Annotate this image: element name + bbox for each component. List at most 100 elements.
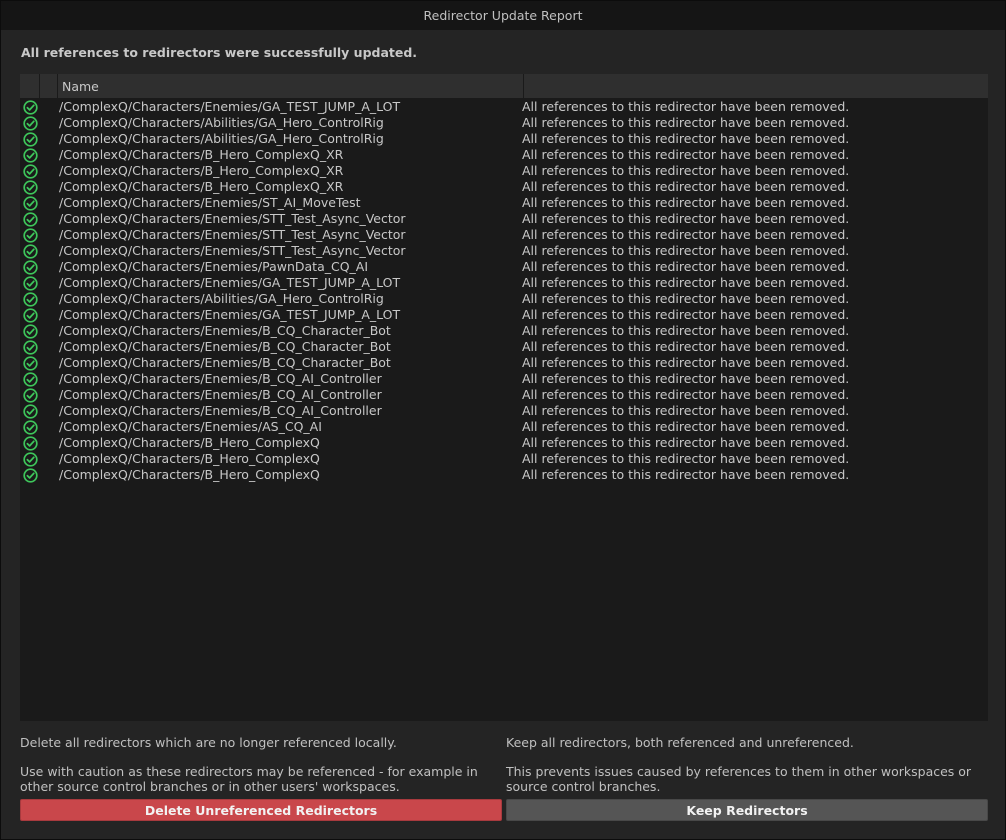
name-column-label: Name (62, 78, 99, 94)
check-circle-icon (23, 196, 38, 211)
table-row[interactable]: /ComplexQ/Characters/B_Hero_ComplexQ All … (20, 467, 988, 483)
row-result-message: All references to this redirector have b… (522, 419, 850, 434)
row-result-message: All references to this redirector have b… (522, 99, 850, 114)
summary-message: All references to redirectors were succe… (21, 45, 418, 60)
row-result-message: All references to this redirector have b… (522, 403, 850, 418)
table-row[interactable]: /ComplexQ/Characters/Abilities/GA_Hero_C… (20, 115, 988, 131)
table-row[interactable]: /ComplexQ/Characters/Abilities/GA_Hero_C… (20, 291, 988, 307)
row-redirector-path: /ComplexQ/Characters/B_Hero_ComplexQ (59, 435, 320, 450)
row-redirector-path: /ComplexQ/Characters/Enemies/GA_TEST_JUM… (59, 99, 401, 114)
delete-unreferenced-redirectors-button[interactable]: Delete Unreferenced Redirectors (20, 799, 502, 821)
keep-redirectors-button[interactable]: Keep Redirectors (506, 799, 988, 821)
table-row[interactable]: /ComplexQ/Characters/Enemies/GA_TEST_JUM… (20, 307, 988, 323)
row-redirector-path: /ComplexQ/Characters/Enemies/STT_Test_As… (59, 211, 406, 226)
check-circle-icon (23, 292, 38, 307)
row-redirector-path: /ComplexQ/Characters/Enemies/GA_TEST_JUM… (59, 275, 401, 290)
check-circle-icon (23, 180, 38, 195)
delete-description-line1: Delete all redirectors which are no long… (20, 735, 397, 750)
table-row[interactable]: /ComplexQ/Characters/Enemies/GA_TEST_JUM… (20, 275, 988, 291)
table-row[interactable]: /ComplexQ/Characters/Enemies/STT_Test_As… (20, 243, 988, 259)
table-row[interactable]: /ComplexQ/Characters/Enemies/B_CQ_AI_Con… (20, 387, 988, 403)
name-column-header[interactable]: Name (58, 74, 524, 98)
table-row[interactable]: /ComplexQ/Characters/Enemies/ST_AI_MoveT… (20, 195, 988, 211)
check-circle-icon (23, 132, 38, 147)
check-circle-icon (23, 164, 38, 179)
table-row[interactable]: /ComplexQ/Characters/B_Hero_ComplexQ_XR A… (20, 179, 988, 195)
keep-button-label: Keep Redirectors (686, 802, 808, 818)
table-row[interactable]: /ComplexQ/Characters/Enemies/B_CQ_AI_Con… (20, 403, 988, 419)
row-result-message: All references to this redirector have b… (522, 467, 850, 482)
row-redirector-path: /ComplexQ/Characters/Abilities/GA_Hero_C… (59, 131, 384, 146)
check-circle-icon (23, 116, 38, 131)
table-rows: /ComplexQ/Characters/Enemies/GA_TEST_JUM… (20, 99, 988, 483)
row-redirector-path: /ComplexQ/Characters/Enemies/STT_Test_As… (59, 227, 406, 242)
title-bar[interactable]: Redirector Update Report (1, 1, 1005, 30)
row-result-message: All references to this redirector have b… (522, 147, 850, 162)
row-redirector-path: /ComplexQ/Characters/Enemies/PawnData_CQ… (59, 259, 369, 274)
table-row[interactable]: /ComplexQ/Characters/Enemies/B_CQ_Charac… (20, 323, 988, 339)
spacer-column-header[interactable] (40, 74, 58, 98)
row-redirector-path: /ComplexQ/Characters/B_Hero_ComplexQ_XR (59, 163, 344, 178)
row-redirector-path: /ComplexQ/Characters/Abilities/GA_Hero_C… (59, 115, 384, 130)
table-row[interactable]: /ComplexQ/Characters/Enemies/B_CQ_Charac… (20, 355, 988, 371)
check-circle-icon (23, 228, 38, 243)
table-row[interactable]: /ComplexQ/Characters/Enemies/AS_CQ_AI All… (20, 419, 988, 435)
row-redirector-path: /ComplexQ/Characters/Enemies/ST_AI_MoveT… (59, 195, 361, 210)
delete-description: Delete all redirectors which are no long… (20, 735, 490, 794)
keep-description: Keep all redirectors, both referenced an… (506, 735, 986, 794)
check-circle-icon (23, 100, 38, 115)
check-circle-icon (23, 260, 38, 275)
row-result-message: All references to this redirector have b… (522, 211, 850, 226)
row-redirector-path: /ComplexQ/Characters/Enemies/AS_CQ_AI (59, 419, 322, 434)
check-circle-icon (23, 468, 38, 483)
row-redirector-path: /ComplexQ/Characters/B_Hero_ComplexQ (59, 451, 320, 466)
row-result-message: All references to this redirector have b… (522, 387, 850, 402)
table-row[interactable]: /ComplexQ/Characters/Abilities/GA_Hero_C… (20, 131, 988, 147)
results-table: Name /ComplexQ/Characters/Enemies/GA_TES… (20, 74, 988, 721)
table-row[interactable]: /ComplexQ/Characters/Enemies/STT_Test_As… (20, 227, 988, 243)
table-row[interactable]: /ComplexQ/Characters/Enemies/GA_TEST_JUM… (20, 99, 988, 115)
check-circle-icon (23, 356, 38, 371)
table-row[interactable]: /ComplexQ/Characters/Enemies/STT_Test_As… (20, 211, 988, 227)
row-result-message: All references to this redirector have b… (522, 243, 850, 258)
row-redirector-path: /ComplexQ/Characters/Enemies/B_CQ_AI_Con… (59, 371, 382, 386)
row-result-message: All references to this redirector have b… (522, 291, 850, 306)
row-redirector-path: /ComplexQ/Characters/Enemies/B_CQ_Charac… (59, 355, 391, 370)
row-result-message: All references to this redirector have b… (522, 355, 850, 370)
row-redirector-path: /ComplexQ/Characters/Enemies/B_CQ_AI_Con… (59, 403, 382, 418)
row-redirector-path: /ComplexQ/Characters/Enemies/GA_TEST_JUM… (59, 307, 401, 322)
check-circle-icon (23, 148, 38, 163)
delete-description-line2: Use with caution as these redirectors ma… (20, 764, 478, 794)
table-row[interactable]: /ComplexQ/Characters/B_Hero_ComplexQ_XR A… (20, 163, 988, 179)
check-circle-icon (23, 404, 38, 419)
check-circle-icon (23, 244, 38, 259)
table-row[interactable]: /ComplexQ/Characters/B_Hero_ComplexQ_XR A… (20, 147, 988, 163)
row-redirector-path: /ComplexQ/Characters/B_Hero_ComplexQ_XR (59, 179, 344, 194)
check-circle-icon (23, 452, 38, 467)
keep-description-line2: This prevents issues caused by reference… (506, 764, 972, 794)
delete-button-label: Delete Unreferenced Redirectors (144, 802, 378, 818)
table-row[interactable]: /ComplexQ/Characters/Enemies/B_CQ_AI_Con… (20, 371, 988, 387)
row-result-message: All references to this redirector have b… (522, 435, 850, 450)
table-row[interactable]: /ComplexQ/Characters/B_Hero_ComplexQ All … (20, 435, 988, 451)
table-row[interactable]: /ComplexQ/Characters/B_Hero_ComplexQ All … (20, 451, 988, 467)
window-title: Redirector Update Report (423, 8, 583, 23)
keep-description-line1: Keep all redirectors, both referenced an… (506, 735, 854, 750)
row-result-message: All references to this redirector have b… (522, 451, 850, 466)
status-column-header[interactable] (20, 74, 40, 98)
row-result-message: All references to this redirector have b… (522, 227, 850, 242)
check-circle-icon (23, 212, 38, 227)
check-circle-icon (23, 436, 38, 451)
check-circle-icon (23, 308, 38, 323)
check-circle-icon (23, 340, 38, 355)
message-column-header[interactable] (524, 74, 988, 98)
row-result-message: All references to this redirector have b… (522, 179, 850, 194)
row-redirector-path: /ComplexQ/Characters/Abilities/GA_Hero_C… (59, 291, 384, 306)
table-row[interactable]: /ComplexQ/Characters/Enemies/B_CQ_Charac… (20, 339, 988, 355)
row-redirector-path: /ComplexQ/Characters/Enemies/B_CQ_AI_Con… (59, 387, 382, 402)
table-row[interactable]: /ComplexQ/Characters/Enemies/PawnData_CQ… (20, 259, 988, 275)
row-result-message: All references to this redirector have b… (522, 307, 850, 322)
check-circle-icon (23, 388, 38, 403)
check-circle-icon (23, 276, 38, 291)
row-result-message: All references to this redirector have b… (522, 275, 850, 290)
